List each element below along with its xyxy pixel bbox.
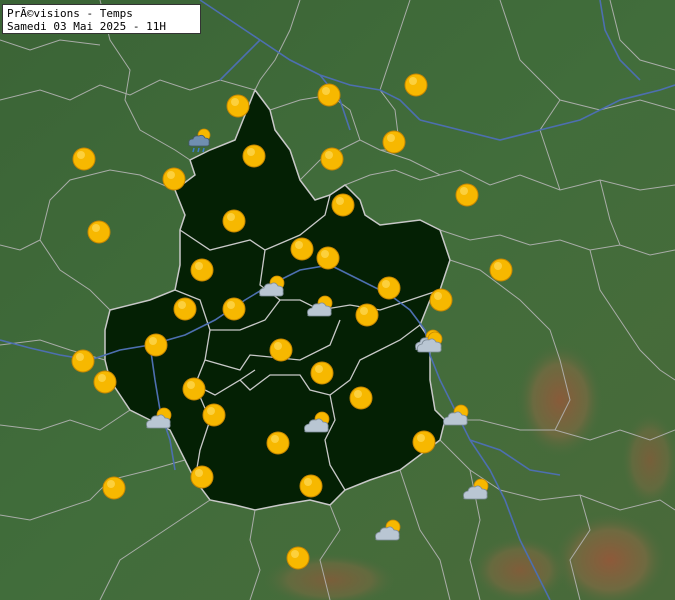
weather-map: PrÃ©visions - Temps Samedi 03 Mai 2025 -… — [0, 0, 675, 600]
relief-patch — [515, 340, 605, 460]
forecast-title: PrÃ©visions - Temps — [7, 7, 133, 20]
forecast-date: Samedi 03 Mai 2025 - 11H — [7, 20, 166, 33]
title-box: PrÃ©visions - Temps Samedi 03 Mai 2025 -… — [2, 4, 201, 34]
